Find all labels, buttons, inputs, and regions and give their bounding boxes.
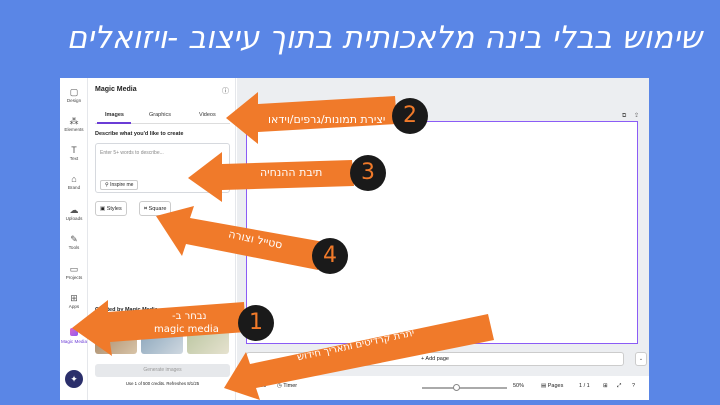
annotation-1-line1: נבחר ב- (172, 311, 207, 322)
annotation-1-line2: magic media (154, 324, 219, 335)
badge-1: 1 (238, 305, 274, 341)
badge-4: 4 (312, 238, 348, 274)
annotation-3-text: תיבת ההנחיה (260, 166, 323, 179)
annotation-2-text: יצירת תמונות/גרפים/וידאו (268, 113, 386, 126)
badge-2: 2 (392, 98, 428, 134)
badge-3: 3 (350, 155, 386, 191)
